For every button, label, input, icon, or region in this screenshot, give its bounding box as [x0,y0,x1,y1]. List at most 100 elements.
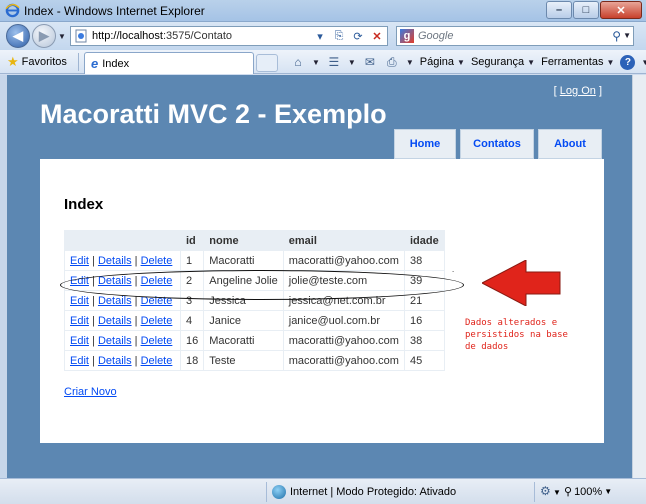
edit-link[interactable]: Edit [70,355,89,367]
cell-nome: Janice [203,310,284,331]
row-actions: Edit | Details | Delete [64,250,181,271]
home-icon[interactable]: ⌂ [290,54,306,70]
window-title: Index - Windows Internet Explorer [24,4,205,18]
red-arrow-icon [482,260,561,306]
annotation-note: Dados alterados e persistidos na base de… [465,318,568,352]
table-row: Edit | Details | Delete 16 Macoratti mac… [64,330,445,351]
title-bar: Index - Windows Internet Explorer – □ ✕ [0,0,646,22]
details-link[interactable]: Details [98,255,132,267]
table-row: Edit | Details | Delete 1 Macoratti maco… [64,250,445,271]
close-button[interactable]: ✕ [600,1,642,19]
help-dropdown-icon[interactable]: ▼ [641,58,646,67]
details-link[interactable]: Details [98,335,132,347]
cell-nome: Macoratti [203,250,284,271]
command-bar: ⌂ ▼ ☰ ▼ ✉ ⎙ ▼ Página ▼ Segurança ▼ Ferramenta… [290,54,646,70]
url-text: http://localhost:3575/Contato [92,30,233,42]
menu-contatos[interactable]: Contatos [460,129,534,159]
url-dropdown-icon[interactable]: ▾ [312,28,328,44]
search-icon[interactable]: ⚲ [612,29,621,43]
edit-link[interactable]: Edit [70,295,89,307]
menu-home[interactable]: Home [394,129,456,159]
search-dropdown-icon[interactable]: ▼ [623,31,631,40]
cell-email: janice@uol.com.br [282,310,405,331]
back-button[interactable]: ◀ [6,24,30,48]
cell-idade: 38 [403,330,445,351]
table-header-row: id nome email idade [64,230,445,251]
cell-email: macoratti@yahoo.com [282,250,405,271]
status-bar: Internet | Modo Protegido: Ativado ⚙ ▼ ⚲… [0,478,646,504]
print-dropdown-icon[interactable]: ▼ [406,58,414,67]
address-toolbar: ◀ ▶ ▼ http://localhost:3575/Contato ▾ ⎘ … [0,22,646,50]
globe-icon [272,485,286,499]
forward-button[interactable]: ▶ [32,24,56,48]
edit-link[interactable]: Edit [70,335,89,347]
mail-icon[interactable]: ✉ [362,54,378,70]
column-header-nome: nome [203,230,284,251]
login-display: [ Log On ] [553,85,602,97]
address-input[interactable]: http://localhost:3575/Contato ▾ ⎘ ⟳ ✕ [70,26,388,46]
history-dropdown-icon[interactable]: ▼ [58,32,66,41]
edit-link[interactable]: Edit [70,255,89,267]
zoom-control[interactable]: ⚲ 100% ▼ [564,485,613,499]
cell-id: 1 [179,250,205,271]
highlight-ellipse [60,270,464,300]
menu-about[interactable]: About [538,129,602,159]
vertical-scrollbar[interactable] [632,75,646,478]
delete-link[interactable]: Delete [141,335,173,347]
forward-arrow-icon: ▶ [39,28,49,43]
new-tab-button[interactable] [256,54,278,72]
maximize-button[interactable]: □ [573,1,599,19]
protected-mode-dropdown-icon[interactable]: ▼ [553,488,561,497]
refresh-icon[interactable]: ⟳ [350,28,366,44]
feeds-icon[interactable]: ☰ [326,54,342,70]
compatibility-view-icon[interactable]: ⎘ [331,28,347,44]
zoom-icon: ⚲ [564,486,573,498]
divider [266,482,267,502]
minimize-button[interactable]: – [546,1,572,19]
feeds-dropdown-icon[interactable]: ▼ [348,58,356,67]
security-zone[interactable]: Internet | Modo Protegido: Ativado [272,485,456,499]
window-frame [0,75,7,478]
cell-email: macoratti@yahoo.com [282,350,405,371]
delete-link[interactable]: Delete [141,255,173,267]
zoom-dropdown-icon: ▼ [604,487,613,496]
tools-menu[interactable]: Ferramentas ▼ [541,56,614,68]
search-input[interactable]: g Google ⚲ ▼ [396,26,634,46]
favorites-bar: ★ Favoritos e Index ⌂ ▼ ☰ ▼ ✉ ⎙ ▼ Página ▼ S… [0,50,646,74]
create-new-link[interactable]: Criar Novo [64,386,117,398]
details-link[interactable]: Details [98,355,132,367]
details-link[interactable]: Details [98,295,132,307]
row-actions: Edit | Details | Delete [64,330,181,351]
delete-link[interactable]: Delete [141,315,173,327]
search-placeholder: Google [418,30,454,42]
table-row: Edit | Details | Delete 4 Janice janice@… [64,310,445,331]
details-link[interactable]: Details [98,315,132,327]
edit-link[interactable]: Edit [70,315,89,327]
divider [534,482,535,502]
stray-mark: ˙ [452,270,455,280]
favorites-button[interactable]: ★ Favoritos [7,54,67,70]
column-header-idade: idade [403,230,445,251]
main-menu: Home Contatos About [394,129,602,159]
ie-tab-icon: e [91,56,99,71]
zoom-level: 100% [574,485,603,498]
home-dropdown-icon[interactable]: ▼ [312,58,320,67]
help-icon[interactable]: ? [620,54,636,70]
column-header-actions [64,230,181,251]
stop-icon[interactable]: ✕ [369,28,385,44]
page-menu[interactable]: Página ▼ [420,56,465,68]
protected-mode-icon[interactable]: ⚙ [540,484,551,498]
star-icon: ★ [7,54,19,69]
cell-nome: Macoratti [203,330,284,351]
column-header-email: email [282,230,405,251]
print-icon[interactable]: ⎙ [384,54,400,70]
zone-label: Internet | Modo Protegido: Ativado [290,486,457,498]
cell-id: 4 [179,310,205,331]
tab-index[interactable]: e Index [84,52,254,74]
security-menu[interactable]: Segurança ▼ [471,56,535,68]
delete-link[interactable]: Delete [141,355,173,367]
log-on-link[interactable]: Log On [560,85,596,97]
cell-idade: 16 [403,310,445,331]
back-arrow-icon: ◀ [13,28,23,43]
column-header-id: id [179,230,205,251]
